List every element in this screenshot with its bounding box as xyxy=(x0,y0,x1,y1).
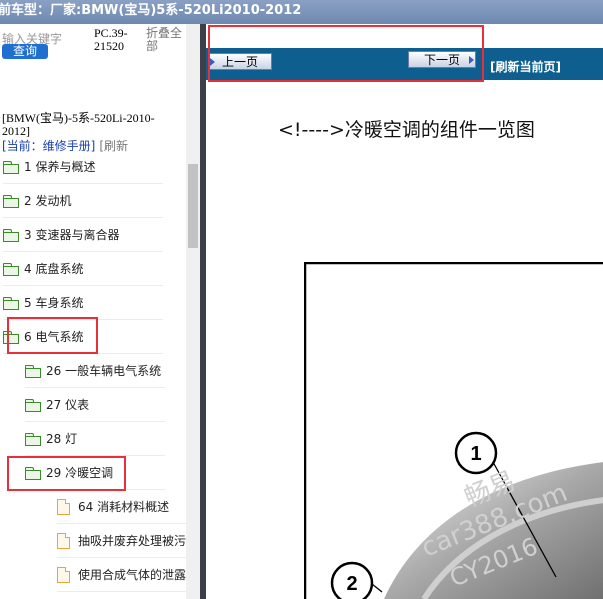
highlight-electrical xyxy=(7,317,98,354)
document-icon xyxy=(57,532,70,549)
highlight-hvac xyxy=(7,456,126,491)
tree-item-label: 使用合成气体的泄露 xyxy=(78,568,186,582)
left-scrollbar[interactable] xyxy=(186,24,200,599)
document-icon xyxy=(57,566,70,583)
search-button[interactable]: 查询 xyxy=(2,44,48,59)
scrollbar-thumb[interactable] xyxy=(188,164,198,248)
window-title: 前车型：厂家:BMW(宝马)5系-520Li2010-2012 xyxy=(0,3,302,18)
tree-item-transmission[interactable]: 3 变速器与离合器 xyxy=(3,218,163,252)
highlight-page-nav xyxy=(208,25,484,82)
folder-icon xyxy=(25,398,41,412)
tree-item-instruments[interactable]: 27 仪表 xyxy=(25,388,165,422)
folder-icon xyxy=(25,432,41,446)
folder-icon xyxy=(25,364,41,378)
callout-number-2: 2 xyxy=(346,573,357,595)
tree-item-label: 抽吸并废弃处理被污 xyxy=(78,534,186,548)
tree-item-extraction[interactable]: 抽吸并废弃处理被污 xyxy=(57,524,186,558)
tree-item-label: 1 保养与概述 xyxy=(24,160,96,174)
tree-item-label: 28 灯 xyxy=(46,432,78,446)
tree-item-leak-test[interactable]: 使用合成气体的泄露 xyxy=(57,558,186,592)
tree-item-body[interactable]: 5 车身系统 xyxy=(3,286,163,320)
refresh-page-link[interactable]: [刷新当前页] xyxy=(490,58,561,75)
collapse-all-link[interactable]: 折叠全部 xyxy=(146,27,186,53)
folder-icon xyxy=(3,228,19,242)
folder-icon xyxy=(3,262,19,276)
tree-item-chassis[interactable]: 4 底盘系统 xyxy=(3,252,163,286)
folder-icon xyxy=(3,296,19,310)
tree-item-general-vehicle-electrical[interactable]: 26 一般车辆电气系统 xyxy=(25,354,165,388)
page-title: <!---->冷暖空调的组件一览图 xyxy=(278,119,535,141)
hvac-component-diagram: 1 2 畅易 car388.com CY2016 xyxy=(304,262,603,599)
pc-code: PC.39-21520 xyxy=(94,26,128,53)
tree-item-consumables[interactable]: 64 消耗材料概述 xyxy=(57,490,186,524)
tree-item-label: 64 消耗材料概述 xyxy=(78,500,170,514)
tree-item-label: 26 一般车辆电气系统 xyxy=(46,364,162,378)
document-icon xyxy=(57,498,70,515)
folder-icon xyxy=(3,194,19,208)
tree-item-engine[interactable]: 2 发动机 xyxy=(3,184,163,218)
tree-item-label: 2 发动机 xyxy=(24,194,72,208)
tree-item-label: 27 仪表 xyxy=(46,398,90,412)
tree-item-lights[interactable]: 28 灯 xyxy=(25,422,165,456)
window-title-bar: 前车型：厂家:BMW(宝马)5系-520Li2010-2012 xyxy=(0,0,603,24)
callout-number-1: 1 xyxy=(470,443,481,465)
tree-item-maintenance[interactable]: 1 保养与概述 xyxy=(3,150,163,184)
tree-item-label: 4 底盘系统 xyxy=(24,262,84,276)
folder-icon xyxy=(3,160,19,174)
tree-item-label: 3 变速器与离合器 xyxy=(24,228,120,242)
tree-item-label: 5 车身系统 xyxy=(24,296,84,310)
breadcrumb: [BMW(宝马)-5系-520Li-2010-2012] xyxy=(2,111,155,138)
